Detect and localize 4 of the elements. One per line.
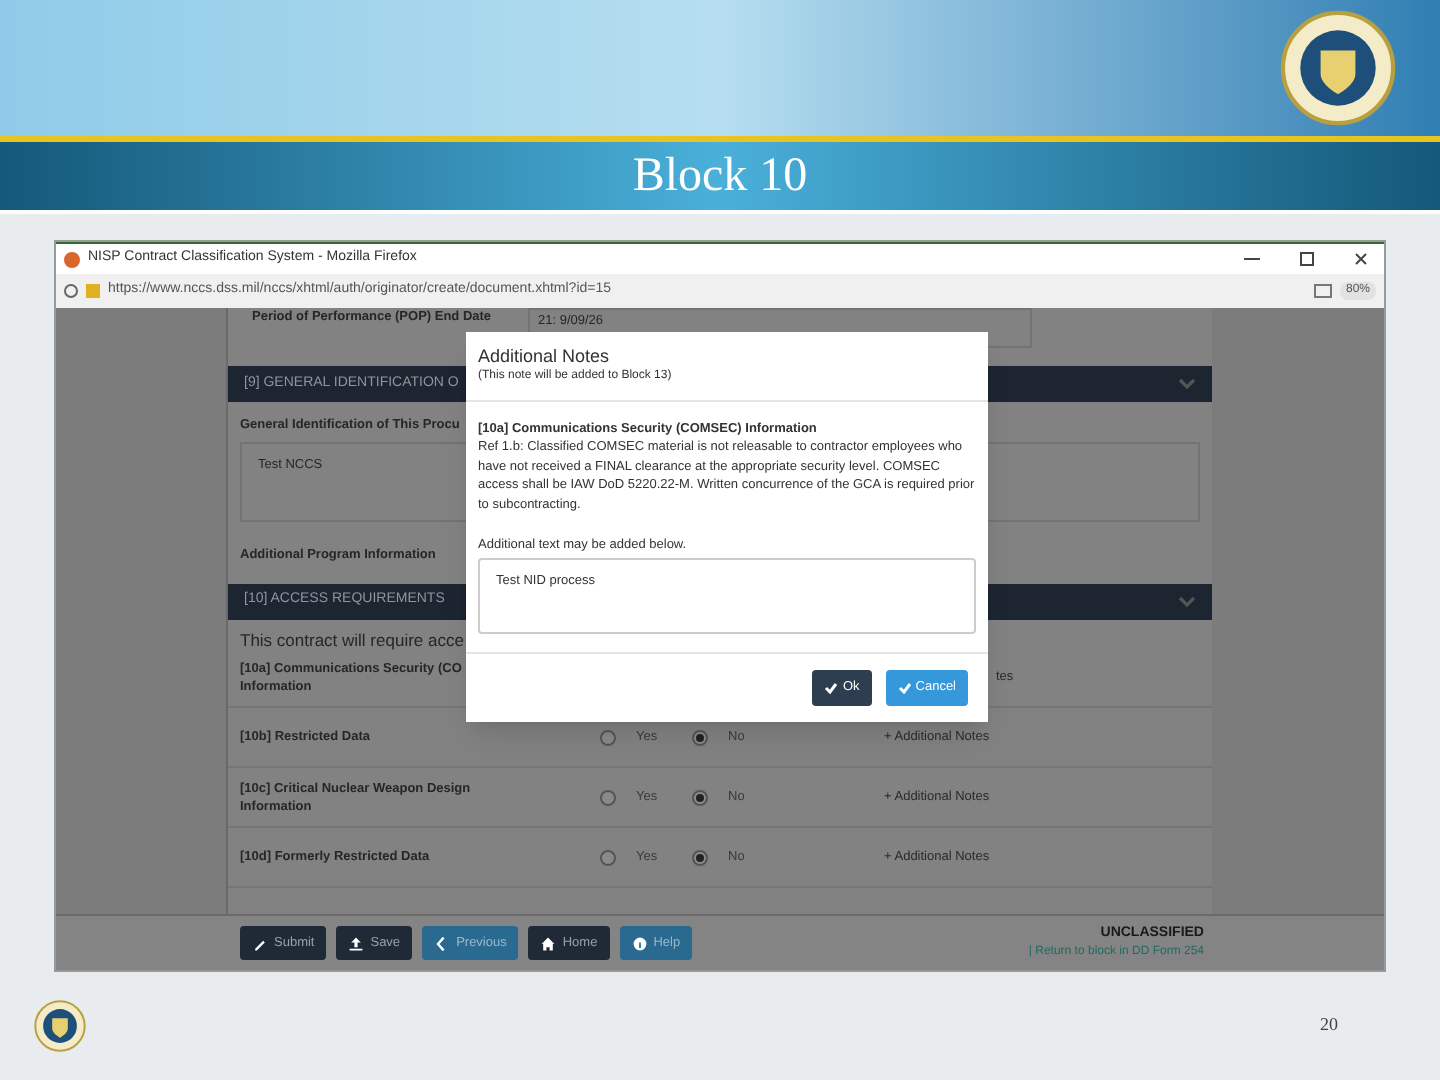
modal-title: Additional Notes: [478, 346, 612, 368]
page-number: 20: [1320, 1012, 1338, 1039]
intro-text: This contract will require acce: [240, 631, 464, 648]
slide-title: Block 10: [632, 152, 808, 200]
